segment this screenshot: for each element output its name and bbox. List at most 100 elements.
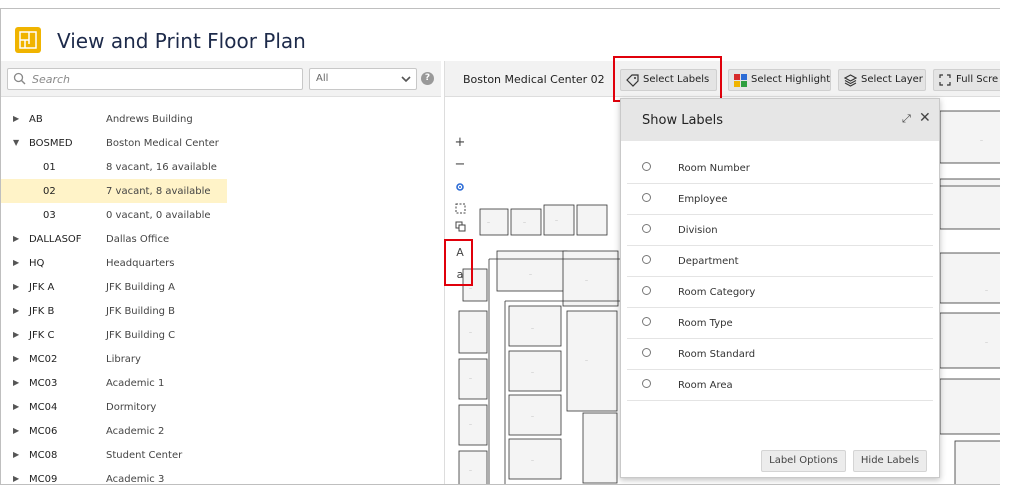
- caret-right-icon[interactable]: ▶: [13, 426, 19, 435]
- floorplan-icon: [15, 27, 41, 53]
- search-input[interactable]: Search: [7, 68, 303, 90]
- radio-button[interactable]: [642, 317, 651, 326]
- label-option-text: Department: [678, 256, 739, 267]
- help-icon[interactable]: ?: [421, 72, 434, 85]
- label-option[interactable]: Room Number: [627, 153, 933, 184]
- tree-code: 03: [43, 210, 56, 221]
- label-option[interactable]: Employee: [627, 184, 933, 215]
- building-row[interactable]: ▼ BOSMED Boston Medical Center: [1, 131, 441, 155]
- label-option[interactable]: Division: [627, 215, 933, 246]
- dialog-header: Show Labels ⤢ ✕: [621, 99, 939, 141]
- caret-right-icon[interactable]: ▶: [13, 450, 19, 459]
- building-row[interactable]: ▶ JFK A JFK Building A: [1, 275, 441, 299]
- select-area-icon[interactable]: [451, 203, 469, 219]
- label-option-text: Division: [678, 225, 718, 236]
- radio-button[interactable]: [642, 162, 651, 171]
- svg-text:—: —: [529, 272, 532, 276]
- building-row[interactable]: ▶ MC09 Academic 3: [1, 467, 441, 485]
- tree-code: AB: [29, 114, 43, 125]
- close-icon[interactable]: ✕: [919, 110, 931, 126]
- radio-button[interactable]: [642, 379, 651, 388]
- caret-right-icon[interactable]: ▶: [13, 474, 19, 483]
- label-option-text: Room Area: [678, 380, 733, 391]
- expand-icon[interactable]: ⤢: [902, 112, 911, 126]
- caret-right-icon[interactable]: ▶: [13, 402, 19, 411]
- search-bar: Search All ?: [1, 61, 441, 97]
- tree-description: Student Center: [106, 450, 183, 461]
- chevron-down-icon: [401, 76, 411, 83]
- hide-labels-button[interactable]: Hide Labels: [853, 450, 927, 472]
- caret-right-icon[interactable]: ▶: [13, 282, 19, 291]
- svg-text:—: —: [531, 326, 534, 330]
- caret-right-icon[interactable]: ▶: [13, 258, 19, 267]
- radio-button[interactable]: [642, 348, 651, 357]
- caret-right-icon[interactable]: ▶: [13, 234, 19, 243]
- svg-text:—: —: [469, 422, 472, 426]
- building-row[interactable]: ▶ MC08 Student Center: [1, 443, 441, 467]
- dialog-title: Show Labels: [642, 113, 724, 128]
- svg-text:—: —: [531, 414, 534, 418]
- label-option-text: Room Type: [678, 318, 733, 329]
- tree-description: Academic 2: [106, 426, 165, 437]
- recenter-icon[interactable]: [451, 181, 469, 197]
- tree-description: Academic 3: [106, 474, 165, 485]
- radio-button[interactable]: [642, 193, 651, 202]
- caret-right-icon[interactable]: ▶: [13, 330, 19, 339]
- svg-text:—: —: [531, 370, 534, 374]
- svg-text:—: —: [980, 138, 983, 142]
- tree-description: Academic 1: [106, 378, 165, 389]
- building-row[interactable]: ▶ DALLASOF Dallas Office: [1, 227, 441, 251]
- radio-button[interactable]: [642, 224, 651, 233]
- tree-description: Boston Medical Center: [106, 138, 219, 149]
- svg-text:—: —: [469, 286, 472, 290]
- building-row[interactable]: ▶ AB Andrews Building: [1, 107, 441, 131]
- floor-row[interactable]: 02 7 vacant, 8 available: [1, 179, 227, 203]
- tree-code: MC09: [29, 474, 58, 485]
- svg-text:—: —: [985, 340, 988, 344]
- svg-text:—: —: [585, 278, 588, 282]
- tree-description: JFK Building A: [106, 282, 176, 293]
- label-option[interactable]: Room Category: [627, 277, 933, 308]
- caret-right-icon[interactable]: ▶: [13, 306, 19, 315]
- filter-value: All: [316, 73, 329, 84]
- svg-text:—: —: [469, 330, 472, 334]
- svg-text:—: —: [487, 220, 490, 224]
- label-options-button[interactable]: Label Options: [761, 450, 846, 472]
- building-tree: ▶ AB Andrews Building ▼ BOSMED Boston Medical…: [1, 107, 441, 485]
- building-row[interactable]: ▶ MC04 Dormitory: [1, 395, 441, 419]
- radio-button[interactable]: [642, 255, 651, 264]
- floor-row[interactable]: 01 8 vacant, 16 available: [1, 155, 441, 179]
- caret-right-icon[interactable]: ▶: [13, 114, 19, 123]
- label-option[interactable]: Department: [627, 246, 933, 277]
- building-row[interactable]: ▶ JFK B JFK Building B: [1, 299, 441, 323]
- label-option[interactable]: Room Standard: [627, 339, 933, 370]
- tree-code: MC02: [29, 354, 58, 365]
- caret-right-icon[interactable]: ▶: [13, 354, 19, 363]
- building-row[interactable]: ▶ MC02 Library: [1, 347, 441, 371]
- floor-row[interactable]: 03 0 vacant, 0 available: [1, 203, 441, 227]
- caret-down-icon[interactable]: ▼: [13, 138, 19, 147]
- radio-button[interactable]: [642, 286, 651, 295]
- tree-description: Library: [106, 354, 141, 365]
- zoom-in-button[interactable]: +: [451, 135, 469, 151]
- tree-description: 7 vacant, 8 available: [106, 186, 211, 197]
- svg-text:—: —: [585, 358, 588, 362]
- label-option-text: Room Category: [678, 287, 756, 298]
- tree-description: JFK Building B: [106, 306, 176, 317]
- building-row[interactable]: ▶ MC03 Academic 1: [1, 371, 441, 395]
- copy-icon[interactable]: [451, 221, 469, 237]
- label-option[interactable]: Room Area: [627, 370, 933, 401]
- app-frame: View and Print Floor Plan Search All ? ▶…: [0, 8, 1000, 485]
- tree-code: BOSMED: [29, 138, 73, 149]
- tree-description: Dormitory: [106, 402, 157, 413]
- tree-description: Dallas Office: [106, 234, 170, 245]
- filter-dropdown[interactable]: All: [309, 68, 417, 90]
- caret-right-icon[interactable]: ▶: [13, 378, 19, 387]
- label-option[interactable]: Room Type: [627, 308, 933, 339]
- text-size-highlight: [444, 239, 473, 286]
- tree-code: DALLASOF: [29, 234, 82, 245]
- building-row[interactable]: ▶ HQ Headquarters: [1, 251, 441, 275]
- building-row[interactable]: ▶ JFK C JFK Building C: [1, 323, 441, 347]
- zoom-out-button[interactable]: −: [451, 157, 469, 173]
- building-row[interactable]: ▶ MC06 Academic 2: [1, 419, 441, 443]
